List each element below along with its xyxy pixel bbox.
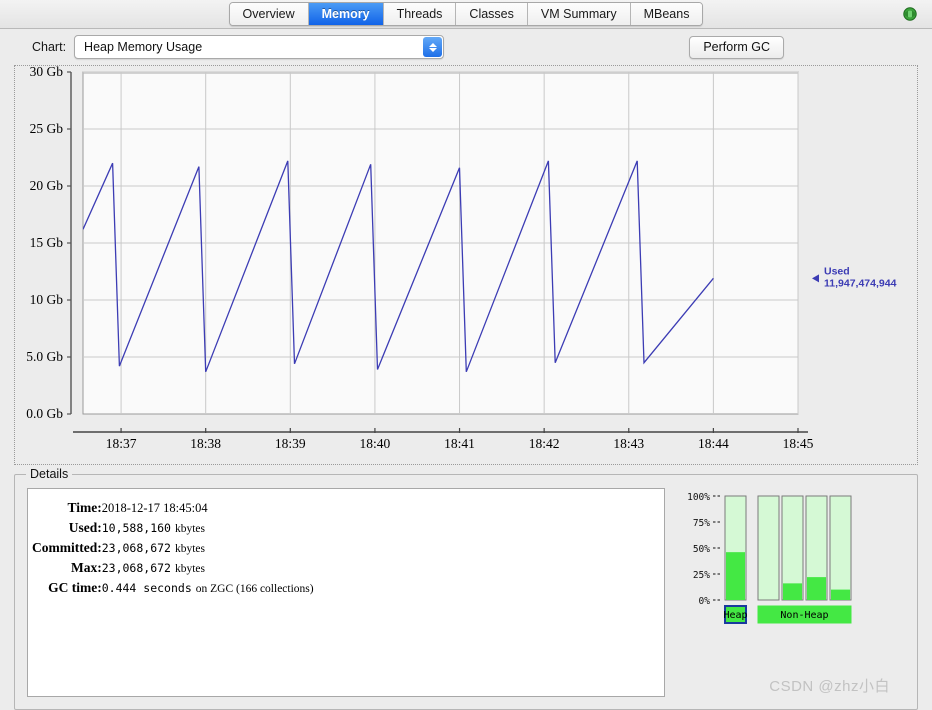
- chart-label: Chart:: [32, 40, 67, 54]
- y-axis-label: 20 Gb: [30, 178, 64, 193]
- details-row: Committed: 23,068,672 kbytes: [32, 538, 314, 558]
- details-text-box: Time: 2018-12-17 18:45:04 Used: 10,588,160 k…: [27, 488, 665, 697]
- heap-memory-chart-panel[interactable]: 0.0 Gb 5.0 Gb 10 Gb 15 Gb 20 Gb 25 Gb 30 Gb 18:…: [14, 65, 918, 465]
- details-value-cell: 23,068,672 kbytes: [102, 558, 314, 578]
- details-key: Time:: [67, 500, 102, 515]
- tab-group: Overview Memory Threads Classes VM Summary MB…: [228, 2, 704, 26]
- details-value-cell: 0.444 seconds on ZGC (166 collections): [102, 578, 314, 598]
- pool-y-axis-label: 75%: [693, 518, 710, 529]
- y-axis-label: 30 Gb: [30, 66, 64, 79]
- pool-bar-fill[interactable]: [831, 589, 850, 600]
- details-row: Max: 23,068,672 kbytes: [32, 558, 314, 578]
- details-content: Time: 2018-12-17 18:45:04 Used: 10,588,160 k…: [27, 488, 907, 697]
- heap-memory-usage-chart[interactable]: 0.0 Gb 5.0 Gb 10 Gb 15 Gb 20 Gb 25 Gb 30 Gb 18:…: [15, 66, 917, 462]
- pool-bar-fill[interactable]: [807, 577, 826, 600]
- details-value: 0.444 seconds: [101, 581, 192, 595]
- pool-group-label: Non-Heap: [780, 610, 828, 621]
- chart-select-value: Heap Memory Usage: [84, 40, 203, 54]
- x-axis-label: 18:44: [698, 436, 729, 451]
- y-axis-label: 25 Gb: [30, 121, 64, 136]
- tab-classes[interactable]: Classes: [456, 3, 528, 25]
- chevron-updown-icon[interactable]: [423, 37, 443, 57]
- y-axis-label: 5.0 Gb: [26, 349, 63, 364]
- perform-gc-button[interactable]: Perform GC: [689, 35, 784, 59]
- details-key: Committed:: [32, 540, 102, 555]
- x-axis-label: 18:38: [190, 436, 221, 451]
- x-axis-label: 18:45: [783, 436, 814, 451]
- tab-mbeans[interactable]: MBeans: [630, 3, 703, 25]
- tab-vm-summary[interactable]: VM Summary: [527, 3, 631, 25]
- y-axis-label: 10 Gb: [30, 292, 64, 307]
- details-row: Time: 2018-12-17 18:45:04: [32, 498, 314, 518]
- legend-series-name: Used: [824, 265, 850, 277]
- pool-y-axis-label: 25%: [693, 570, 710, 581]
- x-axis-label: 18:43: [613, 436, 644, 451]
- y-axis-label: 15 Gb: [30, 235, 64, 250]
- pool-bar-background[interactable]: [757, 495, 780, 601]
- details-title: Details: [26, 467, 73, 481]
- x-axis-label: 18:41: [444, 436, 475, 451]
- details-row: GC time: 0.444 seconds on ZGC (166 collect…: [32, 578, 314, 598]
- x-axis-label: 18:39: [275, 436, 306, 451]
- expand-collapse-glyph: [903, 7, 917, 21]
- details-key: Max:: [70, 560, 102, 575]
- details-unit: kbytes: [174, 543, 206, 555]
- chevron-down-icon: [428, 47, 437, 52]
- legend-series-value: 11,947,474,944: [824, 277, 897, 289]
- pool-y-axis-label: 100%: [687, 492, 710, 503]
- x-axis-label: 18:37: [106, 436, 137, 451]
- expand-collapse-icon[interactable]: [895, 5, 925, 23]
- tab-overview[interactable]: Overview: [229, 3, 309, 25]
- details-table: Time: 2018-12-17 18:45:04 Used: 10,588,160 k…: [32, 498, 314, 598]
- details-value: 10,588,160: [101, 521, 171, 535]
- jconsole-window: Overview Memory Threads Classes VM Summary MB…: [0, 0, 932, 710]
- details-unit: kbytes: [174, 563, 206, 575]
- details-value: 23,068,672: [101, 541, 171, 555]
- details-value-cell: 23,068,672 kbytes: [102, 538, 314, 558]
- details-value: 23,068,672: [101, 561, 171, 575]
- details-key: Used:: [68, 520, 102, 535]
- legend-marker-icon: [812, 274, 819, 283]
- pool-group-label: Heap: [723, 610, 747, 621]
- chevron-up-icon: [428, 42, 437, 47]
- x-axis-label: 18:40: [360, 436, 391, 451]
- details-unit: on ZGC (166 collections): [195, 583, 314, 595]
- memory-pool-bar-chart[interactable]: 0% 25% 50% 75% 100% Heap Non-Heap: [675, 488, 907, 628]
- details-value-cell: 10,588,160 kbytes: [102, 518, 314, 538]
- details-value-cell: 2018-12-17 18:45:04: [102, 498, 314, 518]
- x-axis-label: 18:42: [529, 436, 560, 451]
- details-panel: Details Time: 2018-12-17 18:45:04 Used: 10,…: [14, 467, 918, 710]
- pool-bar-background[interactable]: [829, 495, 852, 601]
- details-row: Used: 10,588,160 kbytes: [32, 518, 314, 538]
- tab-threads[interactable]: Threads: [383, 3, 457, 25]
- details-unit: kbytes: [174, 523, 206, 535]
- pool-y-axis-label: 0%: [699, 596, 711, 607]
- tab-bar: Overview Memory Threads Classes VM Summary MB…: [0, 0, 932, 29]
- pool-y-axis-label: 50%: [693, 544, 710, 555]
- memory-pool-panel[interactable]: 0% 25% 50% 75% 100% Heap Non-Heap: [675, 488, 907, 697]
- pool-bar-fill[interactable]: [726, 552, 745, 600]
- chart-select[interactable]: Heap Memory Usage: [74, 35, 445, 59]
- pool-bar-fill[interactable]: [783, 583, 802, 600]
- chart-control-row: Chart: Heap Memory Usage Perform GC: [0, 29, 932, 65]
- details-value: 2018-12-17 18:45:04: [101, 501, 208, 515]
- y-axis-label: 0.0 Gb: [26, 406, 63, 421]
- details-key: GC time:: [48, 580, 102, 595]
- tab-memory[interactable]: Memory: [308, 3, 384, 25]
